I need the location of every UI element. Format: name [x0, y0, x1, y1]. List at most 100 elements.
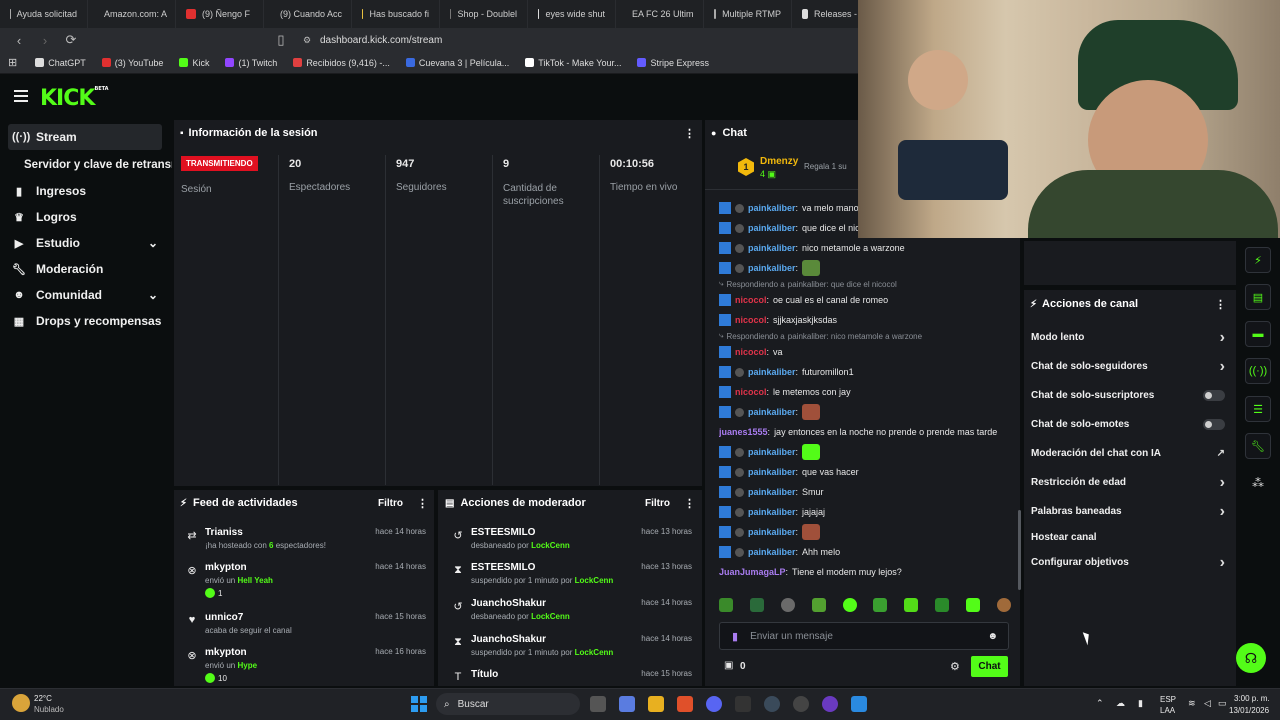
support-button[interactable]: ☊	[1236, 643, 1266, 673]
bookmark-item[interactable]: Cuevana 3 | Película...	[398, 58, 517, 68]
sidebar-item-servidor[interactable]: Servidor y clave de retransmisión	[0, 152, 172, 178]
activity-filter-button[interactable]: Filtro	[378, 498, 403, 509]
menu-icon[interactable]	[14, 90, 28, 102]
chat-username[interactable]: JuanJumagaLP	[719, 567, 786, 577]
apps-grid-icon[interactable]: ⊞	[8, 56, 17, 69]
layout-icon[interactable]: ☰	[1245, 396, 1271, 422]
chat-message[interactable]: painkaliber:	[719, 442, 1015, 462]
chat-message[interactable]: painkaliber:	[719, 258, 1015, 278]
emote-icon[interactable]	[780, 598, 795, 612]
channel-action-item[interactable]: Configurar objetivos ›	[1023, 548, 1233, 577]
chat-username[interactable]: painkaliber	[748, 547, 796, 557]
chat-username[interactable]: painkaliber	[748, 507, 796, 517]
chat-message[interactable]: nicocol: le metemos con jay	[719, 382, 1015, 402]
chat-scrollbar[interactable]	[1018, 510, 1021, 590]
activity-item[interactable]: ⇄ Trianiss hace 14 horas ¡ha hosteado con 6…	[187, 527, 426, 550]
tray-app-icon[interactable]: ☁	[1116, 698, 1125, 709]
browser-tab[interactable]: Ayuda solicitad	[0, 0, 88, 28]
emote-icon[interactable]	[873, 598, 888, 612]
mod-action-item[interactable]: ↺ JuanchoShakur hace 14 horas desbaneado po…	[453, 598, 692, 621]
chat-username[interactable]: painkaliber	[748, 447, 796, 457]
broadcast-icon[interactable]: ((·))	[1245, 358, 1271, 384]
audio-app-icon[interactable]	[735, 696, 751, 712]
chat-message[interactable]: painkaliber: futuromillon1	[719, 362, 1015, 382]
chat-username[interactable]: painkaliber	[748, 487, 796, 497]
channel-action-item[interactable]: Restricción de edad ›	[1023, 468, 1233, 497]
pinned-user[interactable]: Dmenzy	[760, 156, 798, 167]
browser-tab[interactable]: EA FC 26 Ultim	[616, 0, 704, 28]
bookmark-item[interactable]: TikTok - Make Your...	[517, 58, 629, 68]
volume-icon[interactable]: ◁	[1204, 698, 1211, 709]
steam-icon[interactable]	[764, 696, 780, 712]
emote-icon[interactable]	[749, 598, 764, 612]
brave-icon[interactable]	[677, 696, 693, 712]
activity-item[interactable]: ♥ unnico7 hace 15 horas acaba de seguir el …	[189, 612, 426, 635]
browser-tab[interactable]: Has buscado fi	[352, 0, 440, 28]
chat-input[interactable]: ▮ Enviar un mensaje ☻	[719, 622, 1009, 650]
sidebar-item-comunidad[interactable]: ☻ Comunidad ⌄	[0, 282, 170, 308]
chat-settings-icon[interactable]: ⚙	[950, 660, 960, 673]
network-icon[interactable]: ⁂	[1252, 476, 1264, 490]
bookmark-item[interactable]: ChatGPT	[27, 58, 94, 68]
sidebar-item-moderacion[interactable]: 🔧︎ Moderación	[0, 256, 170, 282]
forward-icon[interactable]: ›	[38, 33, 52, 48]
chat-message[interactable]: JuanJumagaLP: Tiene el modem muy lejos?	[719, 562, 1015, 582]
clock-time[interactable]: 3:00 p. m.	[1234, 694, 1270, 703]
obs-icon[interactable]	[793, 696, 809, 712]
points-icon[interactable]: ▣	[724, 660, 733, 671]
browser-tab[interactable]: Amazon.com: A	[88, 0, 176, 28]
chat-message[interactable]: painkaliber: Ahh melo	[719, 542, 1015, 562]
emote-icon[interactable]	[966, 598, 980, 612]
kick-logo[interactable]: KICKBETA	[40, 86, 109, 111]
app-icon[interactable]	[822, 696, 838, 712]
emote-icon[interactable]	[842, 598, 857, 612]
chat-message[interactable]: nicocol: sjjkaxjaskjksdas	[719, 310, 1015, 330]
chat-username[interactable]: painkaliber	[748, 367, 796, 377]
lang-bottom[interactable]: LAA	[1160, 706, 1175, 715]
mic-icon[interactable]: ▮	[732, 630, 738, 643]
emoji-icon[interactable]: ☻	[987, 631, 998, 642]
chat-username[interactable]: painkaliber	[748, 527, 796, 537]
chat-message[interactable]: painkaliber:	[719, 522, 1015, 542]
toggle-switch[interactable]	[1203, 390, 1225, 401]
channel-action-item[interactable]: Chat de solo-emotes	[1023, 410, 1233, 439]
chat-username[interactable]: painkaliber	[748, 223, 796, 233]
browser-tab[interactable]: Releases - so	[792, 0, 860, 28]
sidebar-item-ingresos[interactable]: ▮ Ingresos	[0, 178, 170, 204]
tools-icon[interactable]: 🔧︎	[1245, 433, 1271, 459]
chat-username[interactable]: painkaliber	[748, 407, 796, 417]
emote-icon[interactable]	[996, 598, 1011, 612]
back-icon[interactable]: ‹	[12, 33, 26, 48]
mod-action-item[interactable]: T Título hace 15 horas	[455, 669, 692, 683]
mod-action-item[interactable]: ⧗ ESTEESMILO hace 13 horas suspendido por 1…	[454, 562, 692, 585]
chat-message[interactable]: painkaliber: jajajaj	[719, 502, 1015, 522]
clock-date[interactable]: 13/01/2026	[1229, 706, 1269, 715]
mic-tray-icon[interactable]: ▮	[1138, 698, 1143, 709]
chat-message[interactable]: painkaliber: Smur	[719, 482, 1015, 502]
quick-actions-icon[interactable]: ⚡︎	[1245, 247, 1271, 273]
chat-message[interactable]: juanes1555: jay entonces en la noche no p…	[719, 422, 1015, 442]
channel-action-item[interactable]: Palabras baneadas ›	[1023, 497, 1233, 526]
channel-action-item[interactable]: Chat de solo-suscriptores	[1023, 381, 1233, 410]
chat-message[interactable]: nicocol: va	[719, 342, 1015, 362]
activity-item[interactable]: ⊗ mkypton hace 14 horas envió un Hell Yeah 1	[187, 562, 426, 598]
bookmark-item[interactable]: (3) YouTube	[94, 58, 172, 68]
chat-username[interactable]: juanes1555	[719, 427, 768, 437]
chat-username[interactable]: nicocol	[735, 295, 767, 305]
channel-action-item[interactable]: Hostear canal	[1023, 526, 1233, 548]
emote-icon[interactable]	[935, 598, 950, 612]
url-field[interactable]: dashboard.kick.com/stream	[320, 35, 442, 46]
weather-icon[interactable]	[12, 694, 30, 712]
more-options-icon[interactable]: ⋮	[1215, 298, 1226, 311]
channel-action-item[interactable]: Chat de solo-seguidores ›	[1023, 352, 1233, 381]
lang-top[interactable]: ESP	[1160, 695, 1176, 704]
sidebar-item-logros[interactable]: ♛ Logros	[0, 204, 170, 230]
browser-tab[interactable]: (9) Ñengo F	[176, 0, 264, 28]
chat-username[interactable]: painkaliber	[748, 263, 796, 273]
bookmark-item[interactable]: Stripe Express	[629, 58, 717, 68]
chat-username[interactable]: nicocol	[735, 315, 767, 325]
emote-icon[interactable]	[719, 598, 733, 612]
battery-icon[interactable]: ▭	[1218, 698, 1227, 709]
wifi-icon[interactable]: ≋	[1188, 698, 1196, 709]
reload-icon[interactable]: ⟳	[64, 32, 78, 48]
